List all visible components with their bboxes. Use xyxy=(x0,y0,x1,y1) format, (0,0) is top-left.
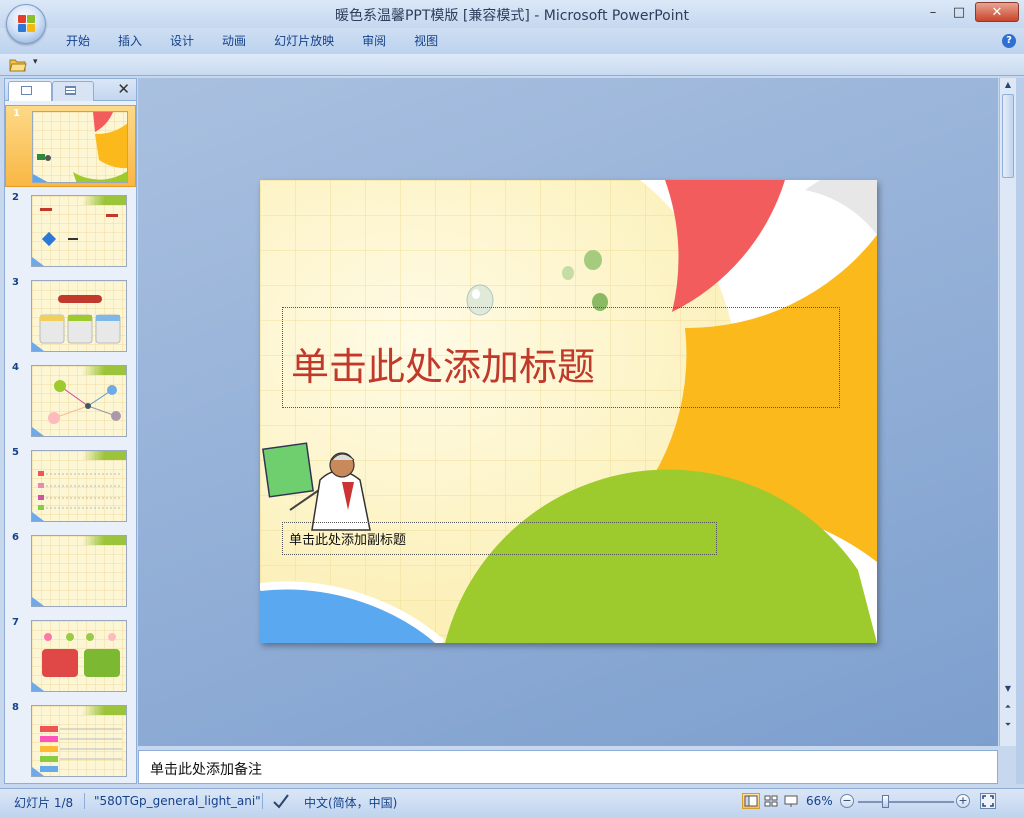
quick-access-toolbar: ▾ xyxy=(0,54,1024,76)
maximize-button[interactable]: □ xyxy=(946,2,972,22)
slide-sorter-icon xyxy=(764,795,778,807)
zoom-level[interactable]: 66% xyxy=(806,794,833,808)
slide-number: 4 xyxy=(12,362,19,373)
fit-to-window-button[interactable] xyxy=(980,793,996,809)
vertical-scrollbar[interactable]: ▲ ▼ ⏶ ⏷ xyxy=(999,78,1016,746)
tab-review[interactable]: 审阅 xyxy=(348,33,400,51)
slideshow-icon xyxy=(784,795,798,807)
close-button[interactable]: ✕ xyxy=(975,2,1019,22)
spellcheck-icon[interactable] xyxy=(272,793,290,809)
subtitle-placeholder-text: 单击此处添加副标题 xyxy=(289,533,407,548)
ribbon-tabs: 开始 插入 设计 动画 幻灯片放映 审阅 视图 ? xyxy=(0,28,1024,54)
slide-number: 7 xyxy=(12,617,19,628)
slide-thumbnail-1[interactable]: 1 xyxy=(5,105,136,187)
scroll-thumb[interactable] xyxy=(1002,94,1014,178)
pane-tabs: ✕ xyxy=(5,79,136,101)
slides-pane: ✕ 1 2 3 4 5 6 7 8 xyxy=(4,78,137,784)
theme-name[interactable]: "580TGp_general_light_ani" xyxy=(94,794,261,808)
normal-view-button[interactable] xyxy=(742,793,760,809)
title-placeholder[interactable]: 单击此处添加标题 xyxy=(282,307,840,408)
subtitle-placeholder[interactable]: 单击此处添加副标题 xyxy=(282,522,717,555)
slide-number: 8 xyxy=(12,702,19,713)
zoom-slider-thumb[interactable] xyxy=(882,795,889,808)
thumbnail-list: 1 2 3 4 5 6 7 8 xyxy=(5,103,136,783)
title-placeholder-text: 单击此处添加标题 xyxy=(291,345,596,389)
slide-preview xyxy=(32,111,128,183)
zoom-out-button[interactable]: − xyxy=(840,794,854,808)
tab-outline[interactable] xyxy=(52,81,94,101)
slide-preview xyxy=(31,280,127,352)
office-button[interactable] xyxy=(6,4,46,44)
slide-thumbnail-7[interactable]: 7 xyxy=(5,615,136,697)
slides-tab-icon xyxy=(21,86,32,95)
tab-insert[interactable]: 插入 xyxy=(104,33,156,51)
slide-number: 3 xyxy=(12,277,19,288)
slide-background xyxy=(260,180,877,643)
slide-count: 幻灯片 1/8 xyxy=(14,796,74,810)
window-edge xyxy=(1016,78,1024,784)
next-slide-icon[interactable]: ⏷ xyxy=(1002,720,1014,732)
slide-thumbnail-5[interactable]: 5 xyxy=(5,445,136,527)
tab-slides[interactable] xyxy=(8,81,52,101)
qat-customize-dropdown[interactable]: ▾ xyxy=(33,57,38,67)
pane-close-icon[interactable]: ✕ xyxy=(117,80,130,98)
slide-thumbnail-4[interactable]: 4 xyxy=(5,360,136,442)
slideshow-button[interactable] xyxy=(782,793,800,809)
slide-preview xyxy=(31,450,127,522)
scroll-up-icon[interactable]: ▲ xyxy=(1002,80,1014,92)
slide-thumbnail-8[interactable]: 8 xyxy=(5,700,136,782)
slide-preview xyxy=(31,535,127,607)
slide-sorter-button[interactable] xyxy=(762,793,780,809)
slide-number: 2 xyxy=(12,192,19,203)
tab-home[interactable]: 开始 xyxy=(52,33,104,51)
open-folder-icon[interactable] xyxy=(9,57,27,72)
outline-tab-icon xyxy=(65,86,76,95)
zoom-slider[interactable] xyxy=(858,801,954,803)
fit-window-icon xyxy=(982,795,994,807)
slide-preview xyxy=(31,195,127,267)
normal-view-icon xyxy=(744,795,758,807)
office-logo-icon xyxy=(18,15,36,33)
slide-thumbnail-2[interactable]: 2 xyxy=(5,190,136,272)
scroll-down-icon[interactable]: ▼ xyxy=(1002,684,1014,696)
tab-slideshow[interactable]: 幻灯片放映 xyxy=(260,33,348,51)
slide-number: 1 xyxy=(13,108,20,119)
previous-slide-icon[interactable]: ⏶ xyxy=(1002,702,1014,714)
help-icon[interactable]: ? xyxy=(1002,34,1016,48)
minimize-button[interactable]: – xyxy=(920,2,946,22)
slide-preview xyxy=(31,365,127,437)
slide-preview xyxy=(31,705,127,777)
slide-preview xyxy=(31,620,127,692)
slide-number: 6 xyxy=(12,532,19,543)
slide-thumbnail-6[interactable]: 6 xyxy=(5,530,136,612)
notes-placeholder: 单击此处添加备注 xyxy=(150,762,262,778)
current-slide[interactable]: 单击此处添加标题 单击此处添加副标题 xyxy=(260,180,877,643)
notes-pane[interactable]: 单击此处添加备注 xyxy=(138,750,998,784)
title-bar: 暖色系温馨PPT模版 [兼容模式] - Microsoft PowerPoint… xyxy=(0,0,1024,44)
slide-thumbnail-3[interactable]: 3 xyxy=(5,275,136,357)
tab-animations[interactable]: 动画 xyxy=(208,33,260,51)
tab-view[interactable]: 视图 xyxy=(400,33,452,51)
zoom-in-button[interactable]: + xyxy=(956,794,970,808)
status-bar: 幻灯片 1/8 "580TGp_general_light_ani" 中文(简体… xyxy=(0,788,1024,818)
slide-number: 5 xyxy=(12,447,19,458)
language[interactable]: 中文(简体，中国) xyxy=(304,794,397,811)
tab-design[interactable]: 设计 xyxy=(156,33,208,51)
window-title: 暖色系温馨PPT模版 [兼容模式] - Microsoft PowerPoint xyxy=(334,8,689,24)
